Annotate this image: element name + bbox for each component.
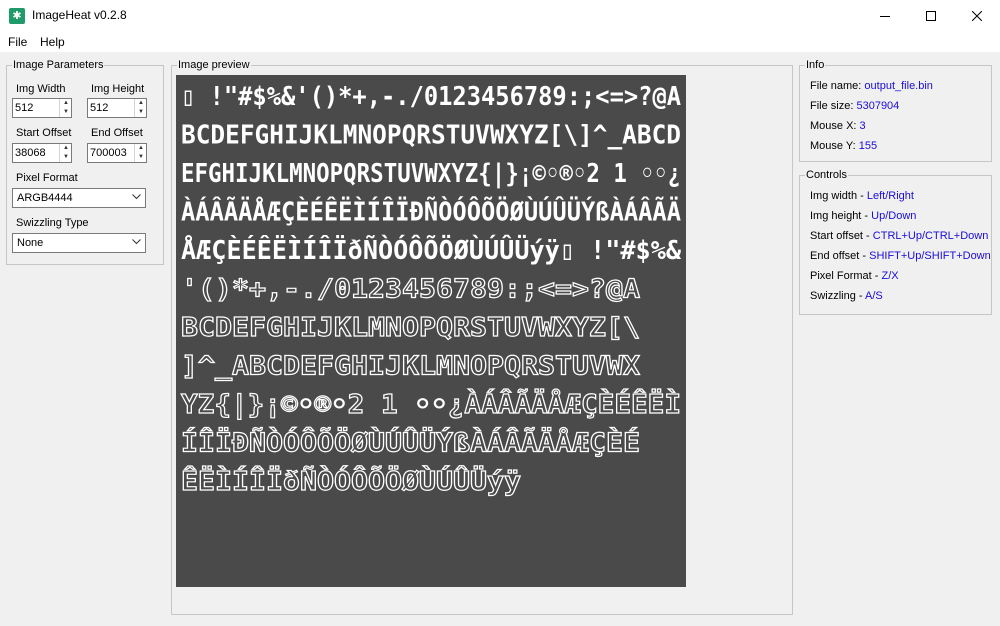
mouse-x-value: 3 [859,120,866,132]
control-label: Img width - [810,190,867,202]
control-keys: A/S [865,290,883,302]
window-title: ImageHeat v0.2.8 [32,8,127,22]
control-label: Pixel Format - [810,270,882,282]
info-file-size: File size: 5307904 [810,100,899,112]
spin-down-icon[interactable]: ▼ [135,108,147,117]
maximize-icon [926,11,936,21]
control-label: Swizzling - [810,290,866,302]
maximize-button[interactable] [908,0,954,32]
close-icon [972,11,982,21]
minimize-icon [880,16,890,17]
preview-glyph-row: YZ{|}¡©◦®◦2 1 ◦◦¿ÀÁÂÃÄÅÆÇÈÉÊËÌ [181,388,681,420]
menu-help[interactable]: Help [40,35,65,49]
file-size-label: File size: [810,100,854,112]
mouse-y-label: Mouse Y: [810,140,856,152]
pixel-format-value: ARGB4444 [17,192,73,204]
control-row: Img height - Up/Down [810,210,916,222]
control-keys: Z/X [881,270,899,282]
control-keys: SHIFT+Up/SHIFT+Down [869,250,991,262]
spin-up-icon[interactable]: ▲ [60,99,72,108]
start-offset-spinbox[interactable]: ▲ ▼ [12,143,72,163]
img-width-spin-arrows[interactable]: ▲ ▼ [59,99,71,117]
close-button[interactable] [954,0,1000,32]
control-row: Swizzling - A/S [810,290,883,302]
control-keys: Left/Right [866,190,914,202]
preview-glyph-row: '()*+,-./0123456789:;<=>?@A [181,275,640,305]
spin-up-icon[interactable]: ▲ [60,144,72,153]
preview-glyph-row: ÍÎÏÐÑÒÓÔÕÖØÙÚÛÜÝßÀÁÂÃÄÅÆÇÈÉ [181,426,640,459]
info-mouse-y: Mouse Y: 155 [810,140,877,152]
img-width-spinbox[interactable]: ▲ ▼ [12,98,72,118]
mouse-y-value: 155 [858,140,878,152]
img-height-spin-arrows[interactable]: ▲ ▼ [134,99,146,117]
control-row: Pixel Format - Z/X [810,270,899,282]
control-label: Start offset - [810,230,873,242]
minimize-button[interactable] [862,0,908,32]
control-label: End offset - [810,250,870,262]
preview-glyph-row: BCDEFGHIJKLMNOPQRSTUVWXYZ[\]^_ABCD [181,121,681,151]
chevron-down-icon [132,194,141,200]
preview-glyph-row: ]^_ABCDEFGHIJKLMNOPQRSTUVWX [181,352,640,382]
end-offset-input[interactable] [88,144,133,162]
preview-glyph-sheet: ▯ !"#$%&'()*+,-./0123456789:;<=>?@A BCDEF… [180,82,681,498]
start-offset-spin-arrows[interactable]: ▲ ▼ [59,144,71,162]
info-mouse-x: Mouse X: 3 [810,120,866,132]
end-offset-spinbox[interactable]: ▲ ▼ [87,143,147,163]
image-preview-canvas[interactable]: ▯ !"#$%&'()*+,-./0123456789:;<=>?@A BCDEF… [176,75,686,587]
spin-down-icon[interactable]: ▼ [60,153,72,162]
swizzling-value: None [17,237,44,249]
img-width-label: Img Width [16,83,66,95]
preview-glyph-row: EFGHIJKLMNOPQRSTUVWXYZ{|}¡©◦®◦2 1 ◦◦¿ [181,159,681,189]
preview-glyph-row: ▯ !"#$%&'()*+,-./0123456789:;<=>?@A [181,82,681,112]
control-keys: Up/Down [871,210,917,222]
info-title: Info [805,59,826,71]
spin-down-icon[interactable]: ▼ [60,108,72,117]
control-row: Img width - Left/Right [810,190,914,202]
preview-glyph-row: ÀÁÂÃÄÅÆÇÈÉÊËÌÍÎÏÐÑÒÓÔÕÖØÙÚÛÜÝßÀÁÂÃÄ [181,195,681,228]
spin-down-icon[interactable]: ▼ [135,153,147,162]
swizzling-select[interactable]: None [12,233,146,253]
img-height-spinbox[interactable]: ▲ ▼ [87,98,147,118]
controls-title: Controls [805,169,848,181]
image-parameters-title: Image Parameters [12,59,105,71]
preview-glyph-row: ÅÆÇÈÉÊËÌÍÎÏðÑÒÓÔÕÖØÙÚÛÜýÿ▯ !"#$%& [181,233,681,266]
swizzling-label: Swizzling Type [16,217,89,229]
end-offset-label: End Offset [91,127,143,139]
control-row: End offset - SHIFT+Up/SHIFT+Down [810,250,991,262]
pixel-format-label: Pixel Format [16,172,78,184]
control-label: Img height - [810,210,872,222]
start-offset-input[interactable] [13,144,58,162]
menu-file[interactable]: File [8,35,27,49]
mouse-x-label: Mouse X: [810,120,857,132]
title-bar[interactable]: ✱ ImageHeat v0.2.8 [0,0,1000,32]
file-name-value: output_file.bin [864,80,933,92]
control-row: Start offset - CTRL+Up/CTRL+Down [810,230,988,242]
image-preview-title: Image preview [177,59,251,71]
chevron-down-icon [132,239,141,245]
start-offset-label: Start Offset [16,127,72,139]
preview-glyph-row: BCDEFGHIJKLMNOPQRSTUVWXYZ[\ [181,313,640,343]
preview-glyph-row: ÊËÌÍÎÏðÑÒÓÔÕÖØÙÚÛÜýÿ [181,464,521,497]
menu-bar: File Help [0,32,1000,52]
img-width-input[interactable] [13,99,58,117]
end-offset-spin-arrows[interactable]: ▲ ▼ [134,144,146,162]
img-height-label: Img Height [91,83,145,95]
file-size-value: 5307904 [856,100,900,112]
spin-up-icon[interactable]: ▲ [135,144,147,153]
info-file-name: File name: output_file.bin [810,80,933,92]
img-height-input[interactable] [88,99,133,117]
pixel-format-select[interactable]: ARGB4444 [12,188,146,208]
file-name-label: File name: [810,80,862,92]
spin-up-icon[interactable]: ▲ [135,99,147,108]
control-keys: CTRL+Up/CTRL+Down [872,230,989,242]
bug-icon: ✱ [9,8,25,24]
